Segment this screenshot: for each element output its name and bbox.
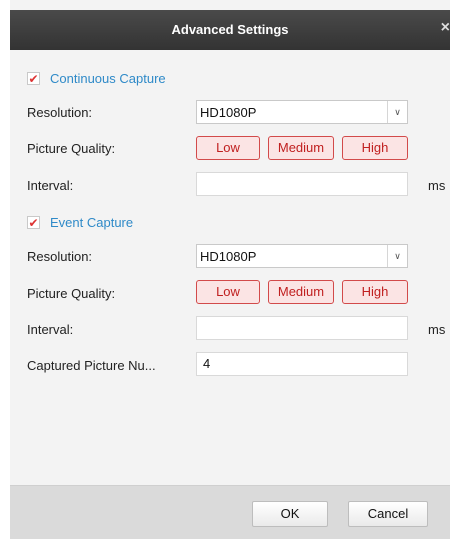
event-quality-medium-button[interactable]: Medium [268,280,334,304]
captured-picture-number-label: Captured Picture Nu... [27,358,156,373]
chevron-down-icon[interactable]: ∨ [387,101,407,123]
continuous-quality-high-button[interactable]: High [342,136,408,160]
event-capture-section: ✔ Event Capture [27,215,133,230]
continuous-interval-input[interactable] [196,172,408,196]
event-quality-low-button[interactable]: Low [196,280,260,304]
continuous-capture-checkbox[interactable]: ✔ [27,72,40,85]
dialog-title: Advanced Settings [171,22,289,37]
continuous-resolution-select[interactable]: HD1080P ∨ [196,100,408,124]
event-quality-high-button[interactable]: High [342,280,408,304]
event-capture-label: Event Capture [50,215,134,230]
continuous-resolution-value: HD1080P [200,105,257,120]
continuous-quality-low-button[interactable]: Low [196,136,260,160]
continuous-interval-unit: ms [428,178,446,193]
event-interval-label: Interval: [27,322,74,337]
chevron-down-icon[interactable]: ∨ [387,245,407,267]
dialog-footer: OK Cancel [10,485,450,539]
ok-button[interactable]: OK [252,501,328,527]
event-capture-checkbox[interactable]: ✔ [27,216,40,229]
captured-picture-number-input[interactable]: 4 [196,352,408,376]
continuous-resolution-label: Resolution: [27,105,93,120]
window-left-edge [0,0,10,538]
continuous-quality-medium-button[interactable]: Medium [268,136,334,160]
continuous-quality-label: Picture Quality: [27,141,116,156]
advanced-settings-dialog: Advanced Settings × ✔ Continuous Capture… [10,0,450,539]
continuous-capture-section: ✔ Continuous Capture [27,71,166,86]
continuous-interval-label: Interval: [27,178,74,193]
cancel-button[interactable]: Cancel [348,501,428,527]
event-interval-unit: ms [428,322,446,337]
event-quality-label: Picture Quality: [27,286,116,301]
close-icon[interactable]: × [441,20,450,36]
event-interval-input[interactable] [196,316,408,340]
event-resolution-label: Resolution: [27,249,93,264]
event-resolution-value: HD1080P [200,249,257,264]
event-resolution-select[interactable]: HD1080P ∨ [196,244,408,268]
title-bar: Advanced Settings × [10,10,450,50]
continuous-capture-label: Continuous Capture [50,71,166,86]
